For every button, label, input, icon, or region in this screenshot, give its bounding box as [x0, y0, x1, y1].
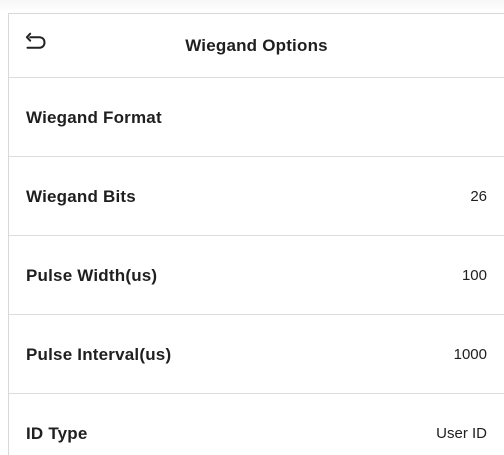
setting-value: 1000	[453, 346, 487, 363]
setting-value: 26	[470, 188, 487, 205]
setting-row-wiegand-format[interactable]: Wiegand Format	[9, 78, 504, 157]
setting-label: Pulse Width(us)	[26, 266, 158, 285]
settings-panel: Wiegand Options Wiegand Format Wiegand B…	[8, 13, 504, 455]
setting-label: Pulse Interval(us)	[26, 345, 172, 364]
page-title: Wiegand Options	[185, 36, 328, 55]
wiegand-options-screen: Wiegand Options Wiegand Format Wiegand B…	[0, 0, 504, 455]
setting-label: Wiegand Bits	[26, 187, 136, 206]
top-gradient-strip	[0, 0, 504, 13]
setting-value: 100	[461, 267, 487, 284]
setting-row-wiegand-bits[interactable]: Wiegand Bits 26	[9, 157, 504, 236]
wiegand-settings-list: Wiegand Format Wiegand Bits 26 Pulse Wid…	[9, 78, 504, 455]
setting-label: ID Type	[26, 424, 88, 443]
setting-row-id-type[interactable]: ID Type User ID	[9, 394, 504, 455]
setting-label: Wiegand Format	[26, 108, 162, 127]
page-header: Wiegand Options	[9, 14, 504, 78]
setting-row-pulse-interval[interactable]: Pulse Interval(us) 1000	[9, 315, 504, 394]
setting-row-pulse-width[interactable]: Pulse Width(us) 100	[9, 236, 504, 315]
setting-value: User ID	[436, 425, 487, 442]
